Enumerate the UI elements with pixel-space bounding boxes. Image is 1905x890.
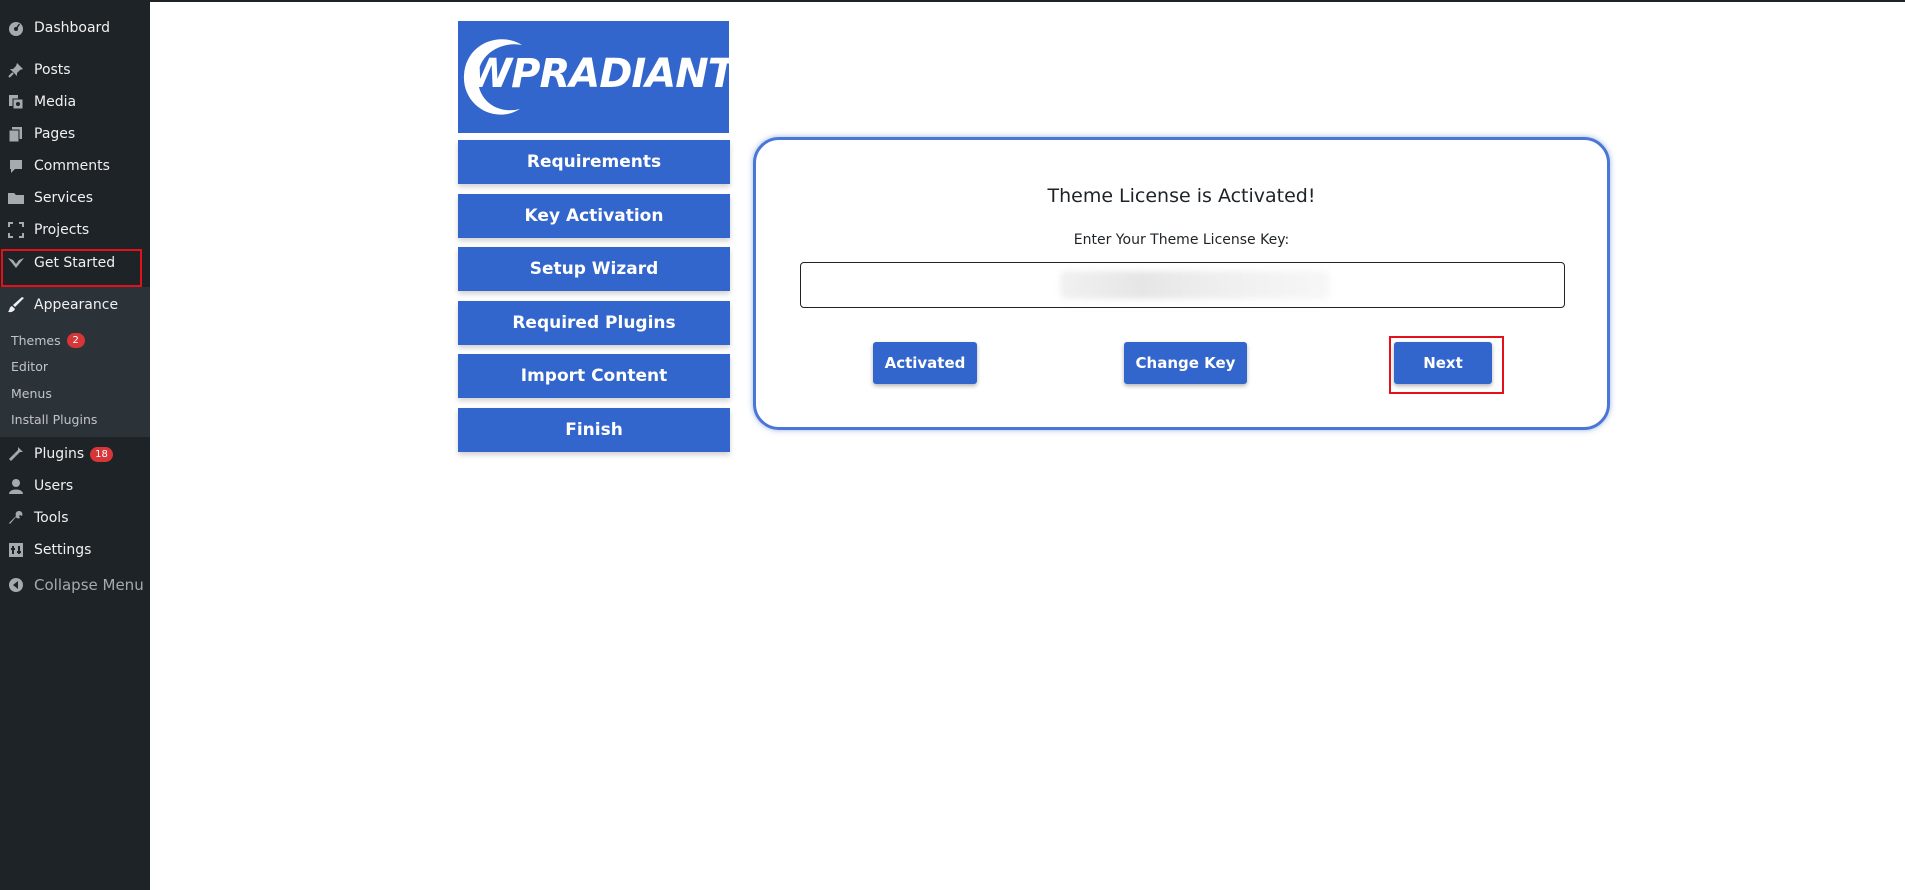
sidebar-item-appearance[interactable]: Appearance — [0, 287, 150, 323]
admin-sidebar: Dashboard Posts Media Pages Comments Ser… — [0, 0, 150, 890]
wpradiant-logo: WPRADIANT — [458, 21, 729, 133]
activated-button[interactable]: Activated — [873, 342, 977, 384]
submenu-item-label: Install Plugins — [11, 411, 98, 427]
nav-setup-wizard[interactable]: Setup Wizard — [458, 247, 730, 291]
submenu-item-install-plugins[interactable]: Install Plugins — [11, 409, 97, 429]
sidebar-item-label: Projects — [34, 222, 90, 238]
nav-required-plugins[interactable]: Required Plugins — [458, 301, 730, 345]
sidebar-item-pages[interactable]: Pages — [0, 121, 150, 147]
expand-icon — [6, 220, 26, 240]
pages-icon — [6, 124, 26, 144]
nav-finish[interactable]: Finish — [458, 408, 730, 452]
sidebar-item-projects[interactable]: Projects — [0, 217, 150, 243]
sidebar-item-label: Services — [34, 190, 94, 206]
sidebar-item-services[interactable]: Services — [0, 185, 150, 211]
change-key-button[interactable]: Change Key — [1124, 342, 1247, 384]
sidebar-item-label: Comments — [34, 158, 110, 174]
submenu-item-label: Editor — [11, 358, 48, 374]
sidebar-item-label: Dashboard — [34, 20, 110, 36]
next-button[interactable]: Next — [1394, 342, 1492, 384]
sidebar-item-label: Plugins — [34, 446, 85, 462]
chevron-logo-icon — [6, 253, 26, 273]
dashboard-icon — [6, 18, 26, 38]
sidebar-item-label: Posts — [34, 62, 71, 78]
user-icon — [6, 476, 26, 496]
submenu-item-label: Themes — [11, 332, 61, 348]
appearance-submenu: Themes 2 Editor Menus Install Plugins — [0, 323, 150, 437]
comment-icon — [6, 156, 26, 176]
media-icon — [6, 92, 26, 112]
sidebar-item-media[interactable]: Media — [0, 89, 150, 115]
license-key-input[interactable] — [800, 262, 1565, 308]
folder-icon — [6, 188, 26, 208]
sidebar-item-label: Get Started — [34, 255, 116, 271]
submenu-item-menus[interactable]: Menus — [11, 383, 52, 403]
nav-import-content[interactable]: Import Content — [458, 354, 730, 398]
sidebar-item-label: Settings — [34, 542, 92, 558]
settings-icon — [6, 540, 26, 560]
sidebar-item-settings[interactable]: Settings — [0, 537, 150, 563]
sidebar-item-posts[interactable]: Posts — [0, 57, 150, 83]
submenu-item-editor[interactable]: Editor — [11, 356, 48, 376]
sidebar-item-label: Appearance — [34, 297, 119, 313]
sidebar-item-dashboard[interactable]: Dashboard — [0, 15, 150, 41]
sidebar-item-get-started[interactable]: Get Started — [0, 250, 150, 276]
wrench-icon — [6, 508, 26, 528]
pushpin-icon — [6, 60, 26, 80]
collapse-arrow-icon — [6, 575, 26, 595]
sidebar-item-comments[interactable]: Comments — [0, 153, 150, 179]
submenu-item-themes[interactable]: Themes 2 — [11, 330, 85, 350]
nav-key-activation[interactable]: Key Activation — [458, 194, 730, 238]
sidebar-item-label: Pages — [34, 126, 76, 142]
sidebar-item-label: Media — [34, 94, 77, 110]
sidebar-item-tools[interactable]: Tools — [0, 505, 150, 531]
sidebar-item-plugins[interactable]: Plugins 18 — [0, 441, 150, 467]
license-status-title: Theme License is Activated! — [1047, 185, 1316, 207]
themes-count-badge: 2 — [66, 332, 85, 348]
sidebar-item-label: Collapse Menu — [34, 576, 144, 594]
paintbrush-icon — [6, 295, 26, 315]
plug-icon — [6, 444, 26, 464]
logo-text: WPRADIANT — [468, 51, 729, 97]
sidebar-item-users[interactable]: Users — [0, 473, 150, 499]
submenu-item-label: Menus — [11, 385, 52, 401]
nav-requirements[interactable]: Requirements — [458, 140, 730, 184]
sidebar-item-label: Tools — [34, 510, 69, 526]
license-key-label: Enter Your Theme License Key: — [1073, 232, 1290, 248]
sidebar-collapse-menu[interactable]: Collapse Menu — [0, 572, 150, 598]
plugins-count-badge: 18 — [90, 446, 113, 462]
top-border — [0, 0, 1905, 2]
sidebar-item-label: Users — [34, 478, 74, 494]
